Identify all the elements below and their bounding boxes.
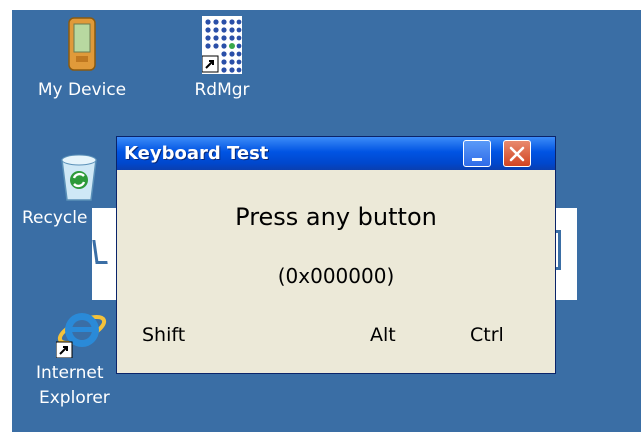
dialog-heading: Press any button	[235, 203, 437, 231]
desktop-icon-label-line2: Explorer	[39, 388, 110, 408]
recycle-bin-icon	[61, 154, 97, 201]
background-window-glyph	[92, 240, 108, 264]
desktop: My Device RdMgr Recycle Internet Explore…	[12, 10, 641, 432]
shift-indicator: Shift	[142, 324, 186, 346]
desktop-icon-label: My Device	[37, 80, 127, 100]
alt-indicator: Alt	[370, 324, 396, 346]
close-icon	[509, 146, 525, 162]
rdmgr-grid-icon	[202, 16, 242, 74]
title-bar[interactable]: Keyboard Test	[117, 137, 555, 170]
desktop-icon-my-device[interactable]: My Device	[22, 16, 142, 103]
window-title: Keyboard Test	[124, 143, 269, 164]
desktop-icon-label: RdMgr	[194, 80, 250, 100]
minimize-button[interactable]	[463, 140, 491, 167]
pda-device-icon	[68, 17, 96, 71]
internet-explorer-icon	[56, 313, 107, 358]
minimize-icon	[472, 158, 482, 161]
ctrl-indicator: Ctrl	[470, 324, 504, 346]
keyboard-test-dialog[interactable]: Keyboard Test Press any button (0x000000…	[116, 136, 556, 374]
key-code-value: (0x000000)	[277, 264, 395, 288]
close-button[interactable]	[503, 140, 531, 167]
desktop-icon-rdmgr[interactable]: RdMgr	[182, 16, 262, 103]
